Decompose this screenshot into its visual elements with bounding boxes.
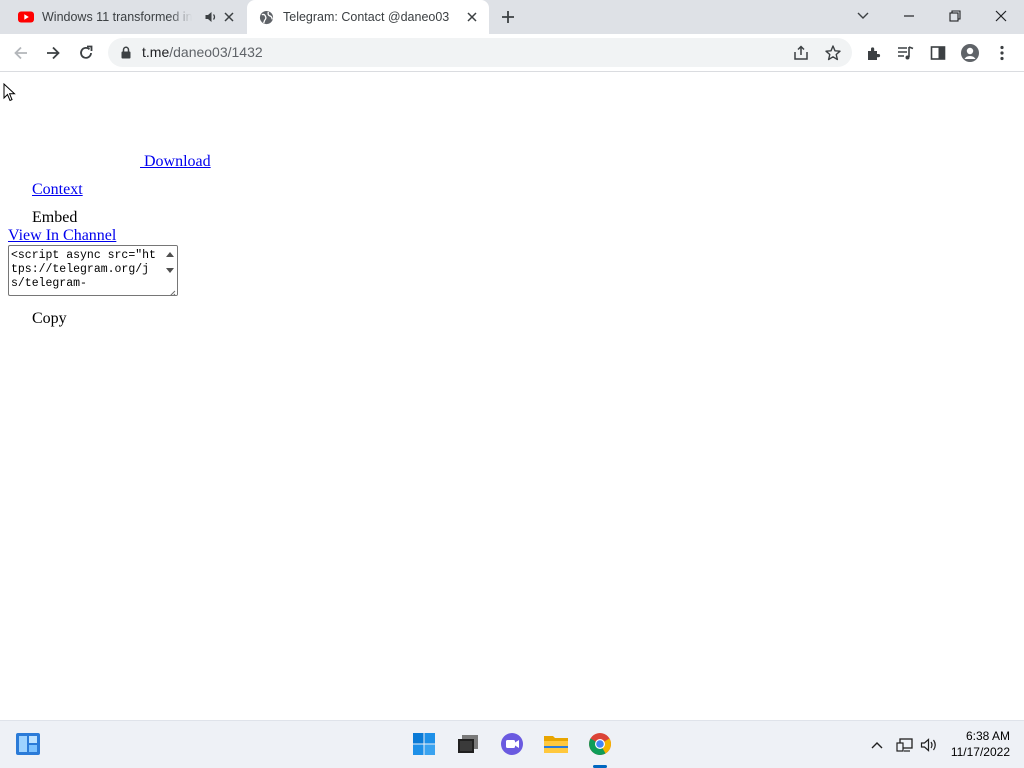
tab-title: Windows 11 transformed into <box>42 10 192 24</box>
embed-code-textarea[interactable]: <script async src="https://telegram.org/… <box>8 245 178 296</box>
chat-icon[interactable] <box>499 731 525 757</box>
copy-button[interactable]: Copy <box>32 310 67 328</box>
volume-icon[interactable] <box>919 735 939 755</box>
tab-title: Telegram: Contact @daneo03 <box>283 10 450 24</box>
context-link[interactable]: Context <box>32 181 83 199</box>
mouse-cursor-icon <box>3 82 17 103</box>
embed-label: Embed <box>32 209 78 226</box>
download-link[interactable]: Download <box>140 153 211 171</box>
speaker-icon[interactable] <box>204 10 218 24</box>
close-icon[interactable] <box>465 10 479 24</box>
tab-telegram[interactable]: Telegram: Contact @daneo03 <box>247 0 489 34</box>
file-explorer-icon[interactable] <box>455 731 481 757</box>
lock-icon[interactable] <box>120 46 132 59</box>
tab-search-icon[interactable] <box>852 6 874 26</box>
reload-icon[interactable] <box>74 41 98 65</box>
address-bar[interactable]: t.me/daneo03/1432 <box>108 38 852 67</box>
tab-youtube[interactable]: Windows 11 transformed into <box>8 0 246 34</box>
network-icon[interactable] <box>895 735 915 755</box>
system-clock[interactable]: 6:38 AM 11/17/2022 <box>940 728 1010 760</box>
chevron-up-icon[interactable] <box>867 735 887 755</box>
folder-icon[interactable] <box>543 731 569 757</box>
new-tab-icon[interactable] <box>499 8 517 26</box>
media-control-icon[interactable] <box>894 41 918 65</box>
url-text[interactable]: t.me/daneo03/1432 <box>142 44 263 60</box>
clock-date: 11/17/2022 <box>950 745 1010 759</box>
chrome-icon[interactable] <box>587 731 613 757</box>
view-in-channel-link[interactable]: View In Channel <box>8 227 116 245</box>
restore-icon[interactable] <box>944 6 966 26</box>
browser-toolbar: t.me/daneo03/1432 <box>0 34 1024 72</box>
profile-avatar-icon[interactable] <box>958 41 982 65</box>
forward-icon[interactable] <box>41 41 65 65</box>
start-icon[interactable] <box>411 731 437 757</box>
globe-icon <box>259 10 274 25</box>
taskbar: 6:38 AM 11/17/2022 <box>0 720 1024 768</box>
resize-grip-icon[interactable] <box>167 285 176 295</box>
widgets-icon[interactable] <box>15 731 41 757</box>
embed-code-text: <script async src="https://telegram.org/… <box>11 249 156 290</box>
back-icon[interactable] <box>9 41 33 65</box>
scroll-down-arrow-icon[interactable] <box>166 268 174 273</box>
youtube-icon <box>18 9 34 25</box>
scroll-up-arrow-icon[interactable] <box>166 252 174 257</box>
url-path: /daneo03/1432 <box>169 44 263 60</box>
url-host: t.me <box>142 44 170 60</box>
minimize-icon[interactable] <box>898 6 920 26</box>
extensions-icon[interactable] <box>862 41 886 65</box>
page-content: Download Context Embed View In Channel <… <box>0 72 1024 720</box>
close-window-icon[interactable] <box>990 6 1012 26</box>
side-panel-icon[interactable] <box>926 41 950 65</box>
close-icon[interactable] <box>222 10 236 24</box>
download-link-label: Download <box>144 153 211 170</box>
share-icon[interactable] <box>792 44 810 62</box>
menu-icon[interactable] <box>990 41 1014 65</box>
bookmark-star-icon[interactable] <box>824 44 842 62</box>
clock-time: 6:38 AM <box>965 729 1010 743</box>
tab-strip: Windows 11 transformed into Telegram: Co… <box>0 0 1024 34</box>
